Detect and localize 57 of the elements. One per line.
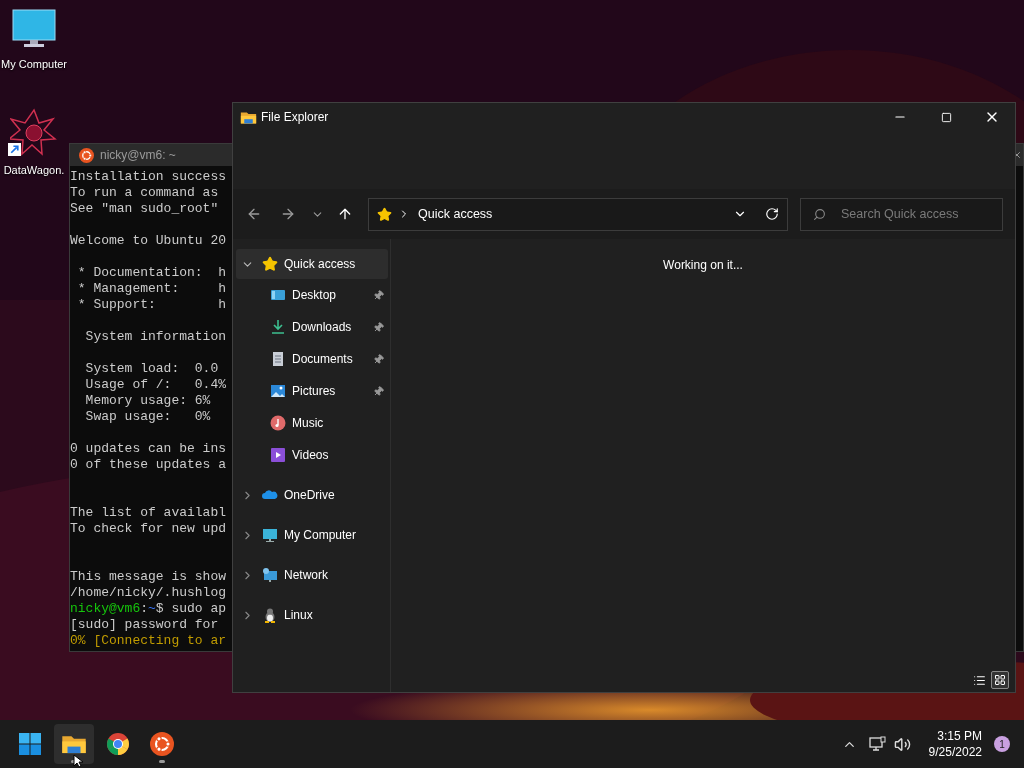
status-message: Working on it... — [663, 257, 743, 274]
desktop-icon-label[interactable]: My Computer — [1, 56, 67, 73]
terminal-line: Swap usage: 0% — [84, 409, 211, 424]
terminal-title: nicky@vm6: ~ — [100, 147, 176, 164]
command-text: $ sudo ap — [155, 601, 227, 616]
prompt-separator: : — [140, 601, 149, 616]
nav-label[interactable]: My Computer — [284, 526, 357, 544]
terminal-line: * Management: h — [76, 281, 227, 296]
terminal-line: 0 updates can be ins — [70, 441, 227, 456]
nav-item[interactable]: Videos — [236, 439, 388, 471]
terminal-line: Memory usage: 6% — [84, 393, 211, 408]
nav-label[interactable]: Videos — [292, 446, 329, 464]
nav-item[interactable]: Linux — [236, 600, 388, 630]
nav-label[interactable]: Documents — [292, 350, 353, 368]
terminal-line: To check for new upd — [70, 521, 227, 536]
terminal-line: Usage of /: 0.4% — [84, 377, 227, 392]
terminal-line: This message is show — [70, 569, 227, 584]
nav-item[interactable]: Quick access — [236, 249, 388, 279]
terminal-line: /home/nicky/.hushlog — [70, 585, 227, 600]
nav-label[interactable]: Desktop — [292, 286, 337, 304]
terminal-line: The list of availabl — [70, 505, 227, 520]
terminal-line: System load: 0.0 — [84, 361, 219, 376]
terminal-line: * Support: h — [76, 297, 227, 312]
address-bar[interactable]: Quick access — [368, 197, 788, 231]
address-location[interactable]: Quick access — [418, 204, 493, 224]
nav-item[interactable]: Documents — [236, 343, 388, 375]
progress-text: 0% [Connecting to ar — [70, 633, 227, 648]
nav-label[interactable]: Music — [292, 414, 324, 432]
clock-date[interactable]: 9/25/2022 — [928, 744, 982, 760]
window-title: File Explorer — [261, 109, 329, 126]
prompt-path: ~ — [148, 601, 156, 616]
nav-item[interactable]: Desktop — [236, 279, 388, 311]
clock-time[interactable]: 3:15 PM — [937, 728, 982, 744]
notification-badge[interactable]: 1 — [994, 736, 1010, 752]
terminal-line: Installation success — [70, 169, 227, 184]
desktop-icon-label[interactable]: DataWagon. — [3, 162, 65, 179]
terminal-line: Welcome to Ubuntu 20 — [70, 233, 227, 248]
terminal-line: [sudo] password for — [70, 617, 219, 632]
nav-label[interactable]: Pictures — [292, 382, 336, 400]
nav-label[interactable]: OneDrive — [284, 486, 335, 504]
nav-label[interactable]: Downloads — [292, 318, 352, 336]
terminal-line: To run a command as — [70, 185, 219, 200]
nav-label[interactable]: Quick access — [284, 255, 356, 273]
nav-item[interactable]: Network — [236, 560, 388, 590]
nav-item[interactable]: My Computer — [236, 520, 388, 550]
nav-item[interactable]: Downloads — [236, 311, 388, 343]
nav-item[interactable]: Pictures — [236, 375, 388, 407]
prompt-user: nicky@vm6 — [70, 601, 141, 616]
terminal-line: See "man sudo_root" — [70, 201, 219, 216]
terminal-line: * Documentation: h — [76, 265, 227, 280]
search-field[interactable]: Search Quick access — [800, 197, 1003, 231]
nav-item[interactable]: OneDrive — [236, 480, 388, 510]
nav-label[interactable]: Network — [284, 566, 328, 584]
nav-item[interactable]: Music — [236, 407, 388, 439]
terminal-line: System information — [84, 329, 227, 344]
terminal-line: 0 of these updates a — [70, 457, 227, 472]
nav-label[interactable]: Linux — [284, 606, 313, 624]
